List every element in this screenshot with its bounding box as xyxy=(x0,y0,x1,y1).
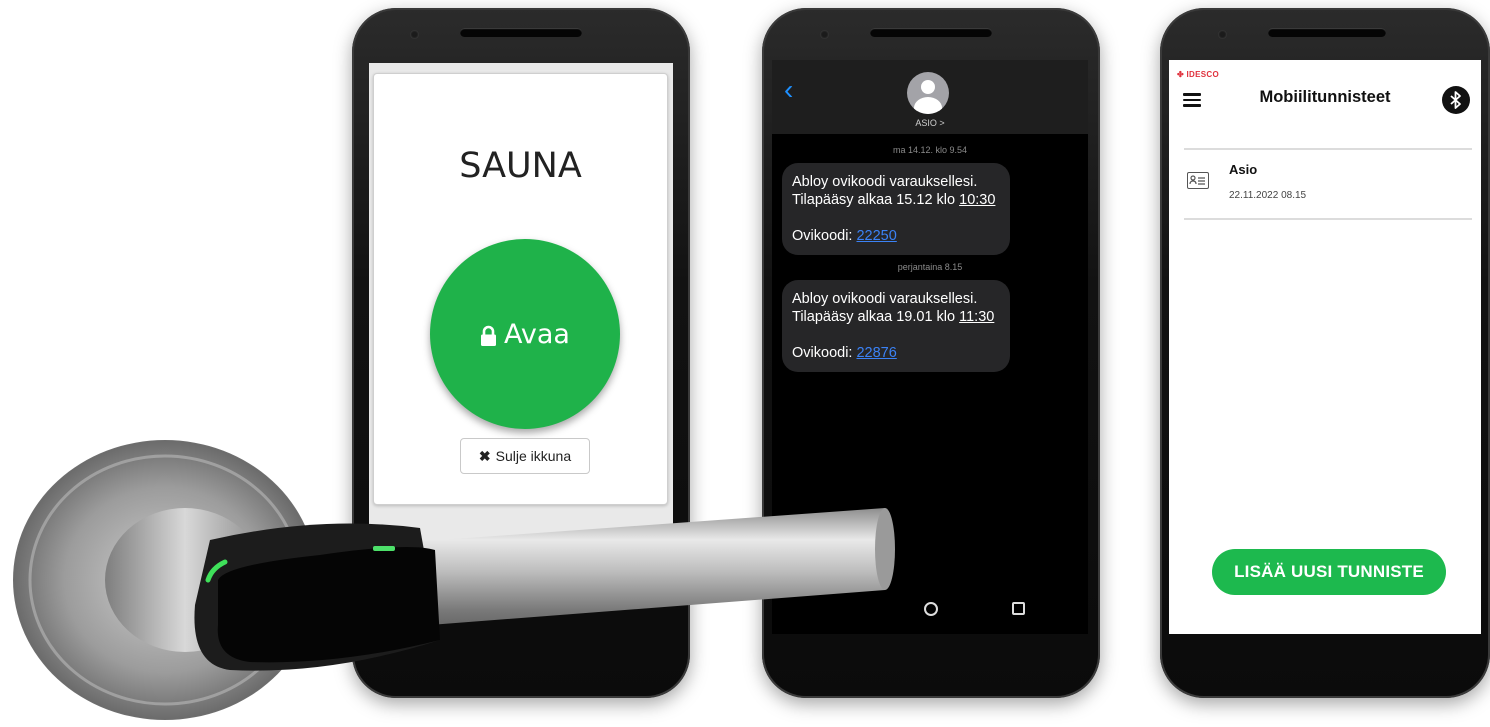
status-led xyxy=(373,546,395,551)
speaker-grille xyxy=(460,28,582,37)
add-credential-button[interactable]: LISÄÄ UUSI TUNNISTE xyxy=(1212,549,1446,595)
home-circle-icon[interactable] xyxy=(924,602,938,616)
camera-icon xyxy=(1218,30,1227,39)
door-handle-image xyxy=(13,440,895,720)
door-code-link[interactable]: 22250 xyxy=(856,228,896,244)
message-timestamp: ma 14.12. klo 9.54 xyxy=(892,145,968,155)
speaker-grille xyxy=(1268,28,1386,37)
code-label: Ovikoodi: xyxy=(792,228,857,244)
credential-name: Asio xyxy=(1229,162,1258,177)
camera-icon xyxy=(820,30,829,39)
brand-logo: ✤ IDESCO xyxy=(1177,70,1220,79)
message-line: Tilapääsy alkaa 19.01 klo 11:30 xyxy=(792,308,1000,326)
messages-header: ‹ ASIO > xyxy=(772,60,1088,134)
message-time-link[interactable]: 10:30 xyxy=(959,192,995,208)
code-label: Ovikoodi: xyxy=(792,345,857,361)
message-line: Abloy ovikoodi varauksellesi. xyxy=(792,174,978,190)
message-time-link[interactable]: 11:30 xyxy=(959,309,994,325)
open-lock-label: Avaa xyxy=(504,318,570,350)
message-bubble: Abloy ovikoodi varauksellesi. Tilapääsy … xyxy=(782,280,1010,372)
message-line: Abloy ovikoodi varauksellesi. xyxy=(792,291,978,307)
marketing-composite: SAUNA Avaa ✖ Sulje ikkuna ‹ ASIO > ma 14… xyxy=(0,0,1490,727)
contact-avatar[interactable] xyxy=(907,72,949,114)
camera-icon xyxy=(410,30,419,39)
app-title: Mobiilitunnisteet xyxy=(1259,88,1391,106)
divider xyxy=(1184,148,1472,150)
message-text: Tilapääsy alkaa 15.12 klo xyxy=(792,192,960,208)
message-timestamp: perjantaina 8.15 xyxy=(897,262,963,272)
message-line: Ovikoodi: 22250 xyxy=(792,227,1000,245)
credential-date: 22.11.2022 08.15 xyxy=(1229,190,1307,201)
bluetooth-icon[interactable] xyxy=(1442,86,1470,114)
message-line: Ovikoodi: 22876 xyxy=(792,344,1000,362)
credential-item[interactable]: Asio 22.11.2022 08.15 xyxy=(1169,160,1481,218)
id-card-icon xyxy=(1187,172,1209,189)
credentials-screen: ✤ IDESCO Mobiilitunnisteet Asio 22.11.20… xyxy=(1169,60,1481,634)
brand-name: IDESCO xyxy=(1186,70,1220,79)
page-title: SAUNA xyxy=(459,146,582,186)
divider xyxy=(1184,218,1472,220)
open-lock-button[interactable]: Avaa xyxy=(430,239,620,429)
contact-name[interactable]: ASIO > xyxy=(772,118,1088,128)
lock-icon xyxy=(480,323,497,346)
phone-credentials: ✤ IDESCO Mobiilitunnisteet Asio 22.11.20… xyxy=(1160,8,1490,698)
recents-square-icon[interactable] xyxy=(1012,602,1025,615)
door-code-link[interactable]: 22876 xyxy=(856,345,896,361)
message-text: Tilapääsy alkaa 19.01 klo xyxy=(792,309,960,325)
back-chevron-icon[interactable]: ‹ xyxy=(784,76,793,104)
speaker-grille xyxy=(870,28,992,37)
message-line: Tilapääsy alkaa 15.12 klo 10:30 xyxy=(792,191,1000,209)
message-bubble: Abloy ovikoodi varauksellesi. Tilapääsy … xyxy=(782,163,1010,255)
